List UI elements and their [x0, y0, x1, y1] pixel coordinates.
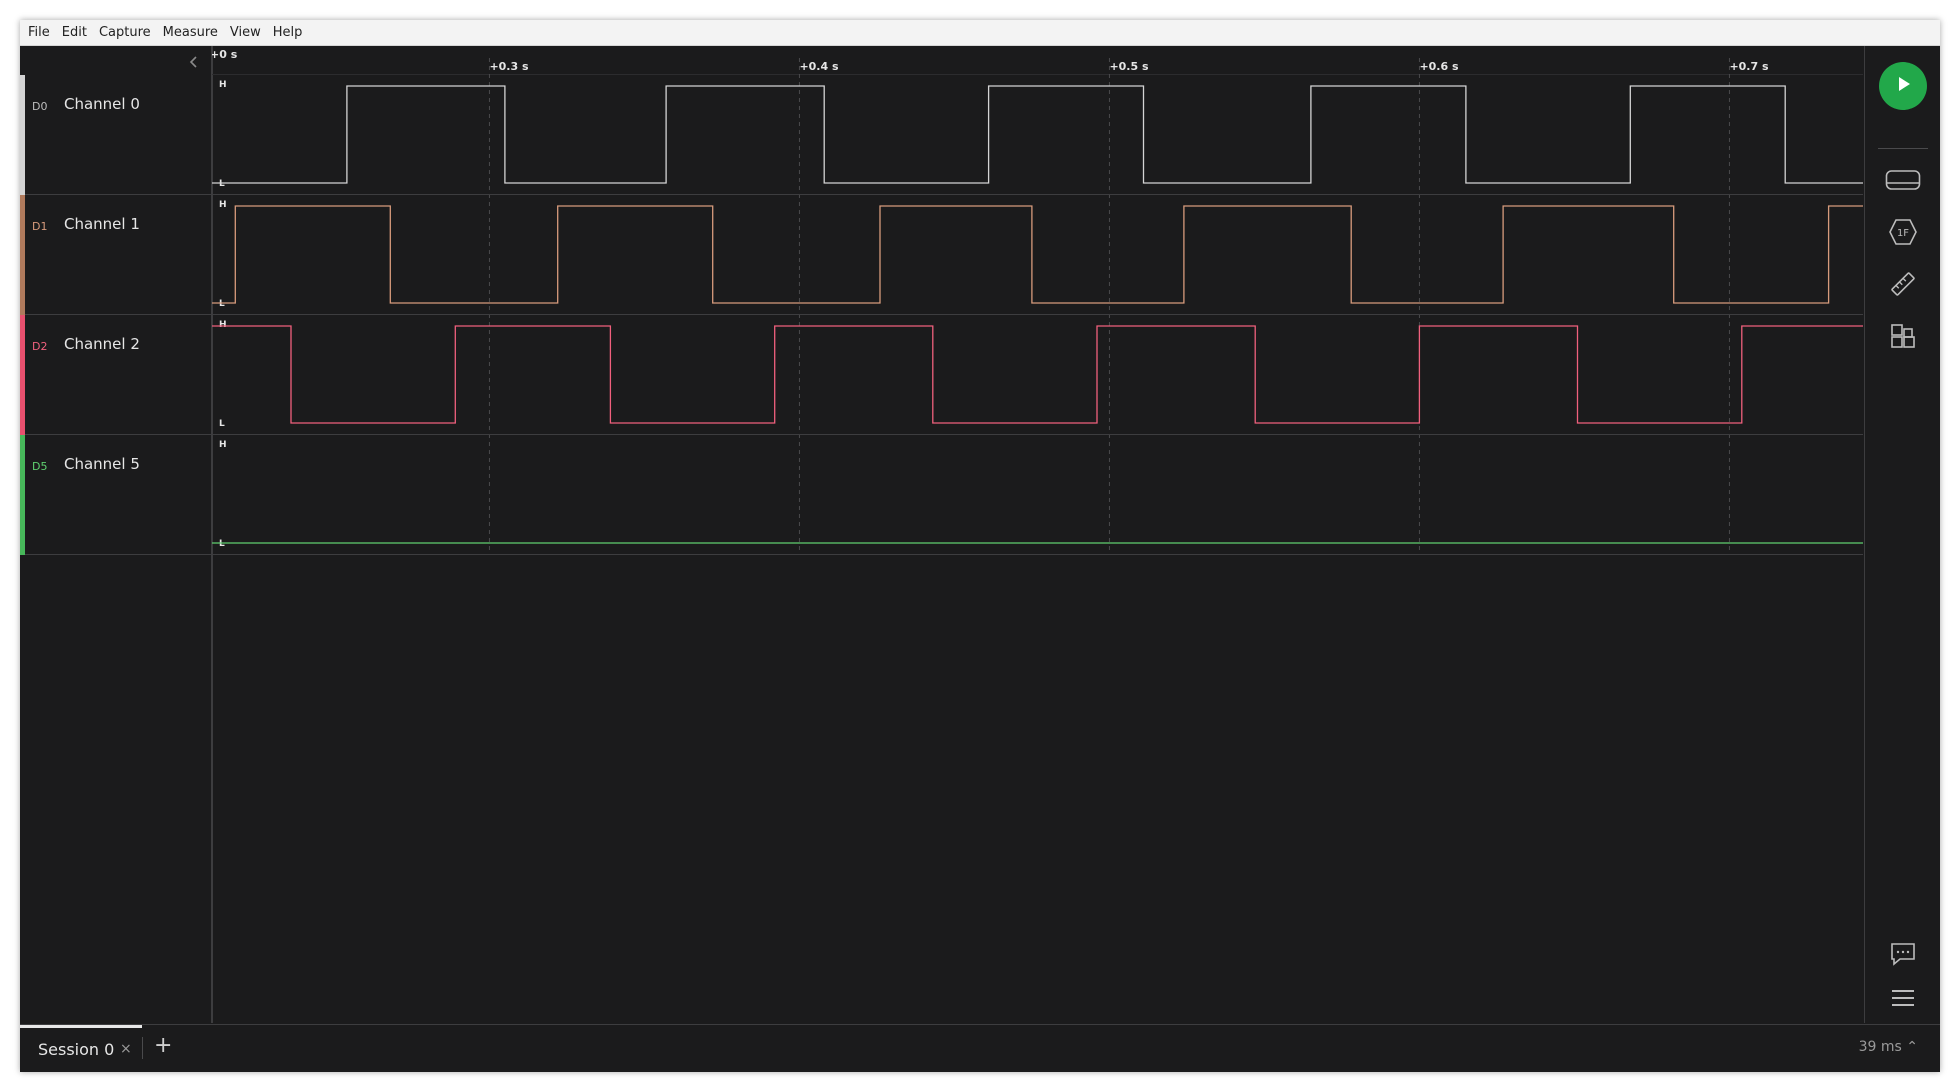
analyzer-icon[interactable]: 1F [1885, 214, 1921, 250]
low-level-label: L [219, 179, 225, 189]
waveform-d2[interactable] [212, 325, 1863, 424]
start-capture-button[interactable] [1879, 62, 1927, 110]
channel-row-d1[interactable]: D1 Channel 1 [20, 195, 211, 315]
session-tab[interactable]: Session 0 × [20, 1025, 142, 1072]
channel-name[interactable]: Channel 2 [64, 335, 140, 353]
time-tick-label: +0.7 s [1729, 60, 1769, 73]
channel-id: D1 [32, 220, 48, 233]
high-level-label: H [219, 200, 227, 210]
channel-id: D0 [32, 100, 48, 113]
channel-color-bar [20, 315, 25, 435]
menu-view[interactable]: View [224, 20, 267, 45]
low-level-label: L [219, 299, 225, 309]
channel-color-bar [20, 75, 25, 195]
capture-duration-status[interactable]: 39 ms ⌃ [1859, 1039, 1918, 1055]
channel-color-bar [20, 195, 25, 315]
menu-measure[interactable]: Measure [157, 20, 224, 45]
menu-help[interactable]: Help [267, 20, 309, 45]
toolbar-divider [1878, 148, 1928, 149]
channel-name[interactable]: Channel 0 [64, 95, 140, 113]
app-window: File Edit Capture Measure View Help D0 C… [20, 20, 1940, 1072]
high-level-label: H [219, 440, 227, 450]
session-bar: Session 0 × + 39 ms ⌃ [20, 1024, 1940, 1072]
channel-row-d0[interactable]: D0 Channel 0 [20, 75, 211, 195]
high-level-label: H [219, 320, 227, 330]
tab-divider [142, 1037, 143, 1059]
channel-row-d2[interactable]: D2 Channel 2 [20, 315, 211, 435]
channel-list: D0 Channel 0 D1 Channel 1 D2 Channel 2 D… [20, 46, 212, 1023]
menu-file[interactable]: File [22, 20, 56, 45]
channel-id: D2 [32, 340, 48, 353]
waveform-view[interactable]: +0 s +0.3 s +0.4 s +0.5 s +0.6 s +0.7 s H L H L H… [212, 46, 1863, 1044]
waveform-d1[interactable] [212, 205, 1863, 304]
chevron-left-icon[interactable] [186, 54, 202, 70]
play-icon [1893, 74, 1913, 98]
timeline-start-label: +0 s [212, 48, 238, 61]
channel-row-d5[interactable]: D5 Channel 5 [20, 435, 211, 555]
measure-icon[interactable] [1885, 266, 1921, 302]
time-tick-label: +0.6 s [1419, 60, 1459, 73]
menu-bar: File Edit Capture Measure View Help [20, 20, 1940, 46]
feedback-icon[interactable] [1885, 936, 1921, 972]
channel-id: D5 [32, 460, 48, 473]
extensions-icon[interactable] [1885, 318, 1921, 354]
right-toolbar: 1F [1864, 46, 1940, 1023]
channel-color-bar [20, 435, 25, 555]
low-level-label: L [219, 539, 225, 549]
channel-name[interactable]: Channel 5 [64, 455, 140, 473]
device-icon[interactable] [1885, 162, 1921, 198]
svg-text:1F: 1F [1897, 228, 1909, 239]
menu-icon[interactable] [1885, 980, 1921, 1016]
session-tab-label: Session 0 [38, 1040, 115, 1059]
close-tab-button[interactable]: × [120, 1041, 132, 1057]
add-session-button[interactable]: + [154, 1033, 172, 1059]
channel-name[interactable]: Channel 1 [64, 215, 140, 233]
high-level-label: H [219, 80, 227, 90]
time-tick-label: +0.5 s [1109, 60, 1149, 73]
time-tick-label: +0.4 s [799, 60, 839, 73]
waveform-canvas[interactable]: +0 s +0.3 s +0.4 s +0.5 s +0.6 s +0.7 s H L H L H… [212, 46, 1863, 1023]
time-tick-label: +0.3 s [489, 60, 529, 73]
low-level-label: L [219, 419, 225, 429]
menu-edit[interactable]: Edit [56, 20, 93, 45]
waveform-d0[interactable] [212, 85, 1863, 184]
menu-capture[interactable]: Capture [93, 20, 157, 45]
